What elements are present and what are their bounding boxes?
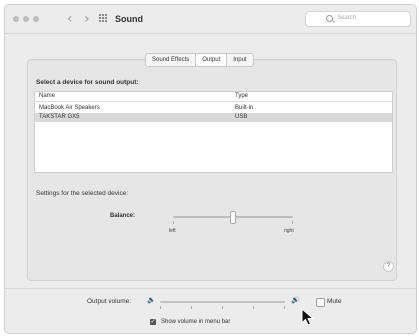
device-type: USB	[235, 114, 248, 120]
table-row[interactable]: MacBook Air Speakers Built-in	[35, 104, 392, 113]
search-input[interactable]: Search	[305, 11, 411, 27]
balance-left-label: left	[169, 228, 176, 234]
help-button[interactable]: ?	[383, 261, 394, 272]
output-panel: Select a device for sound output: Name T…	[27, 59, 397, 281]
speaker-high-icon: 🔊	[291, 296, 300, 304]
mute-checkbox[interactable]	[316, 298, 325, 307]
title-bar: ‹ › Sound Search	[5, 5, 416, 34]
show-in-menu-bar-checkbox[interactable]: ✓	[150, 319, 156, 325]
balance-slider-thumb[interactable]	[230, 211, 236, 224]
volume-tick	[191, 306, 192, 309]
balance-tick	[173, 221, 174, 224]
settings-label: Settings for the selected device:	[36, 190, 129, 197]
volume-tick	[222, 306, 223, 309]
device-prompt: Select a device for sound output:	[36, 79, 139, 86]
show-in-menu-bar-label[interactable]: Show volume in menu bar	[161, 319, 230, 325]
balance-tick	[292, 221, 293, 224]
tab-input[interactable]: Input	[227, 54, 252, 66]
show-all-grid-icon[interactable]	[99, 14, 108, 23]
back-button[interactable]: ‹	[67, 11, 73, 27]
column-header-name[interactable]: Name	[39, 92, 55, 101]
device-name: MacBook Air Speakers	[39, 105, 100, 111]
device-name: TAKSTAR GX5	[39, 114, 80, 120]
search-icon	[326, 15, 333, 22]
window-title: Sound	[115, 14, 143, 24]
tab-output[interactable]: Output	[196, 54, 228, 66]
output-volume-slider[interactable]	[160, 301, 285, 303]
output-volume-label: Output volume:	[87, 298, 132, 305]
volume-tick	[253, 306, 254, 309]
minimize-window-button[interactable]	[23, 16, 29, 22]
balance-right-label: right	[284, 228, 294, 234]
tab-sound-effects[interactable]: Sound Effects	[146, 54, 197, 66]
sound-preferences-window: ‹ › Sound Search Sound Effects Output In…	[4, 4, 417, 334]
volume-tick	[284, 306, 285, 309]
search-placeholder: Search	[337, 15, 357, 21]
forward-button[interactable]: ›	[84, 11, 90, 27]
close-window-button[interactable]	[13, 16, 19, 22]
device-type: Built-in	[235, 105, 254, 111]
mute-label[interactable]: Mute	[327, 298, 341, 305]
volume-tick	[160, 306, 161, 309]
table-header: Name Type	[35, 92, 392, 102]
table-row[interactable]: TAKSTAR GX5 USB	[35, 113, 392, 122]
tab-bar: Sound Effects Output Input	[145, 53, 254, 67]
column-header-type[interactable]: Type	[235, 92, 248, 101]
balance-label: Balance:	[110, 213, 136, 219]
zoom-window-button[interactable]	[33, 16, 39, 22]
speaker-low-icon: 🔈	[147, 296, 156, 304]
footer-divider	[5, 288, 416, 289]
device-table: Name Type MacBook Air Speakers Built-in …	[34, 91, 393, 173]
mouse-pointer-icon	[301, 308, 315, 326]
